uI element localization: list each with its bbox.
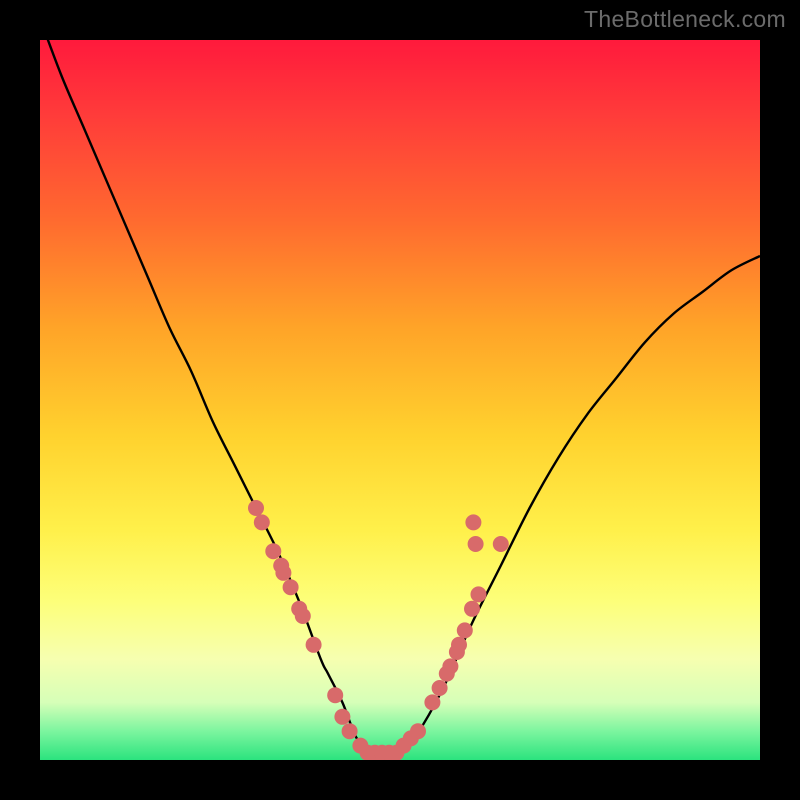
data-point <box>432 680 448 696</box>
data-point <box>327 687 343 703</box>
data-point <box>424 694 440 710</box>
data-point <box>283 579 299 595</box>
data-point <box>342 723 358 739</box>
data-point <box>468 536 484 552</box>
data-point <box>442 658 458 674</box>
chart-frame: TheBottleneck.com <box>0 0 800 800</box>
data-point <box>334 709 350 725</box>
data-point <box>471 586 487 602</box>
watermark-text: TheBottleneck.com <box>584 6 786 33</box>
data-point <box>465 514 481 530</box>
data-point <box>457 622 473 638</box>
bottleneck-curve <box>40 40 760 754</box>
data-point <box>248 500 264 516</box>
data-point <box>265 543 281 559</box>
plot-area <box>40 40 760 760</box>
data-point <box>493 536 509 552</box>
data-point <box>295 608 311 624</box>
data-point <box>464 601 480 617</box>
data-point <box>254 514 270 530</box>
data-points <box>248 500 509 760</box>
data-point <box>306 637 322 653</box>
data-point <box>275 565 291 581</box>
chart-svg <box>40 40 760 760</box>
data-point <box>451 637 467 653</box>
data-point <box>410 723 426 739</box>
